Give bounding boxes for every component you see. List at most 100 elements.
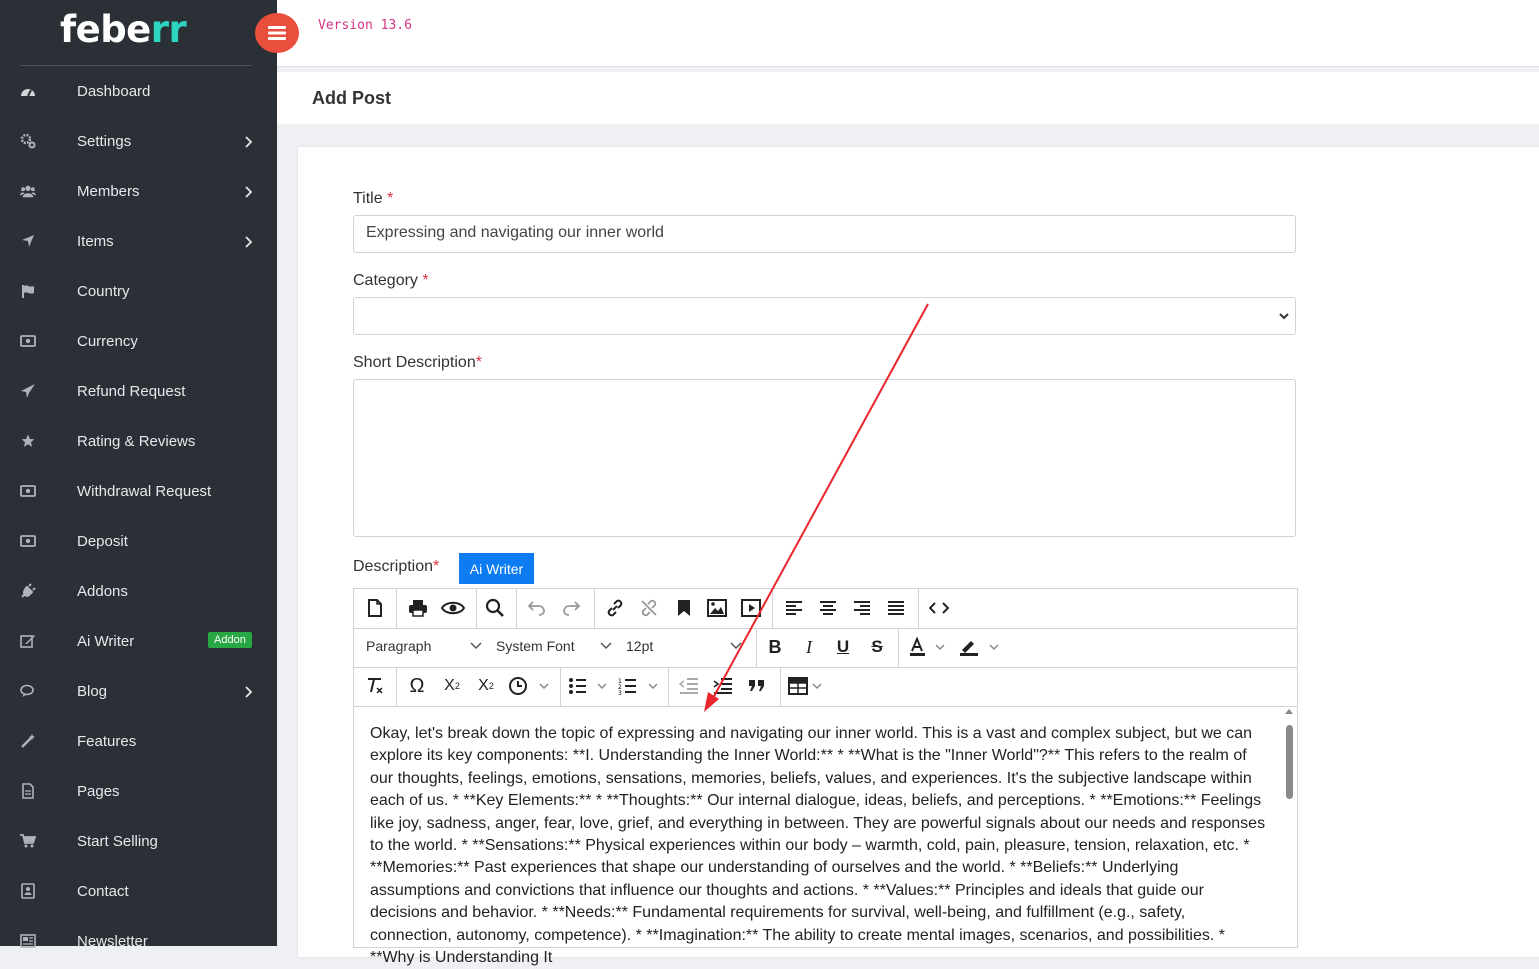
sidebar-item-members[interactable]: Members [0, 166, 277, 216]
sidebar-item-label: Addons [77, 582, 128, 600]
chevron-right-icon [243, 185, 253, 203]
unlink-icon[interactable] [638, 595, 660, 621]
flag-icon [20, 283, 36, 299]
sidebar-item-label: Dashboard [77, 82, 151, 100]
editor-toolbar-row-2: Paragraph System Font 12pt B I U S [354, 628, 1297, 668]
chevron-down-icon [600, 642, 612, 650]
new-document-icon[interactable] [364, 595, 386, 621]
sidebar-item-withdrawal-request[interactable]: Withdrawal Request [0, 466, 277, 516]
insert-datetime-icon[interactable] [508, 673, 552, 699]
preview-eye-icon[interactable] [440, 595, 466, 621]
editor-scrollbar[interactable] [1282, 707, 1296, 947]
sidebar-item-label: Deposit [77, 532, 128, 550]
scroll-up-icon[interactable] [1285, 709, 1293, 714]
outdent-icon[interactable] [678, 673, 700, 699]
sidebar-item-ai-writer[interactable]: Ai Writer Addon [0, 616, 277, 666]
sidebar-item-blog[interactable]: Blog [0, 666, 277, 716]
brand-logo[interactable]: feberr [60, 8, 187, 51]
sidebar-item-refund-request[interactable]: Refund Request [0, 366, 277, 416]
comments-icon [20, 683, 36, 699]
sidebar-item-newsletter[interactable]: Newsletter [0, 916, 277, 966]
sidebar-item-pages[interactable]: Pages [0, 766, 277, 816]
clear-formatting-icon[interactable] [364, 673, 386, 699]
money-icon [20, 483, 36, 499]
font-family-select[interactable]: System Font [496, 638, 616, 654]
short-description-textarea[interactable] [353, 379, 1296, 537]
sidebar-item-deposit[interactable]: Deposit [0, 516, 277, 566]
file-icon [20, 783, 36, 799]
superscript-icon[interactable]: X2 [474, 673, 498, 699]
version-label: Version 13.6 [318, 18, 412, 33]
font-size-select[interactable]: 12pt [626, 638, 746, 654]
sidebar-item-dashboard[interactable]: Dashboard [0, 66, 277, 116]
sidebar-item-addons[interactable]: Addons [0, 566, 277, 616]
money-icon [20, 533, 36, 549]
align-right-icon[interactable] [852, 595, 872, 621]
page-header: Add Post [277, 72, 1539, 124]
sidebar-item-country[interactable]: Country [0, 266, 277, 316]
cart-icon [20, 833, 36, 849]
italic-icon[interactable]: I [798, 634, 820, 660]
source-code-icon[interactable] [928, 595, 950, 621]
chevron-right-icon [243, 685, 253, 703]
sidebar-item-label: Pages [77, 782, 120, 800]
bookmark-icon[interactable] [674, 595, 694, 621]
align-justify-icon[interactable] [886, 595, 906, 621]
align-left-icon[interactable] [784, 595, 804, 621]
text-color-icon[interactable] [908, 634, 948, 660]
sidebar-item-label: Rating & Reviews [77, 432, 196, 450]
gears-icon [20, 133, 36, 149]
strikethrough-icon[interactable]: S [866, 634, 888, 660]
addon-badge: Addon [208, 632, 252, 648]
chevron-right-icon [243, 135, 253, 153]
scrollbar-thumb[interactable] [1286, 725, 1293, 799]
newspaper-icon [20, 933, 36, 949]
subscript-icon[interactable]: X2 [440, 673, 464, 699]
search-icon[interactable] [484, 595, 506, 621]
blockquote-icon[interactable] [746, 673, 768, 699]
dashboard-icon [20, 83, 36, 99]
sidebar-item-currency[interactable]: Currency [0, 316, 277, 366]
sidebar-item-rating-reviews[interactable]: Rating & Reviews [0, 416, 277, 466]
sidebar-item-settings[interactable]: Settings [0, 116, 277, 166]
sidebar-item-label: Members [77, 182, 140, 200]
link-icon[interactable] [604, 595, 626, 621]
table-icon[interactable] [788, 673, 828, 699]
underline-icon[interactable]: U [832, 634, 854, 660]
page-title: Add Post [312, 88, 391, 108]
print-icon[interactable] [406, 595, 430, 621]
paper-plane-icon [20, 383, 36, 399]
sidebar-item-features[interactable]: Features [0, 716, 277, 766]
sidebar-item-items[interactable]: Items [0, 216, 277, 266]
sidebar-item-label: Items [77, 232, 114, 250]
menu-toggle-button[interactable] [255, 13, 299, 53]
magic-wand-icon [20, 733, 36, 749]
category-select[interactable] [353, 297, 1296, 335]
money-icon [20, 333, 36, 349]
title-input[interactable]: Expressing and navigating our inner worl… [353, 215, 1296, 253]
sidebar-item-label: Currency [77, 332, 138, 350]
undo-icon[interactable] [526, 595, 548, 621]
sidebar-item-label: Withdrawal Request [77, 482, 212, 500]
special-character-omega-icon[interactable]: Ω [406, 673, 428, 699]
sidebar-nav: Dashboard Settings Members Items Country Curr… [0, 66, 277, 966]
numbered-list-icon[interactable]: 123 [618, 673, 662, 699]
top-bar: Version 13.6 [255, 0, 1539, 67]
category-label: Category * [353, 272, 429, 289]
sidebar-item-contact[interactable]: Contact [0, 866, 277, 916]
bullet-list-icon[interactable] [568, 673, 610, 699]
ai-writer-button[interactable]: Ai Writer [459, 553, 534, 584]
bold-icon[interactable]: B [764, 634, 786, 660]
media-video-icon[interactable] [740, 595, 762, 621]
editor-content[interactable]: Okay, let's break down the topic of expr… [370, 723, 1270, 969]
redo-icon[interactable] [560, 595, 582, 621]
block-format-select[interactable]: Paragraph [366, 638, 486, 654]
image-icon[interactable] [706, 595, 728, 621]
plug-icon [20, 583, 36, 599]
sidebar-item-label: Features [77, 732, 137, 750]
indent-icon[interactable] [712, 673, 734, 699]
align-center-icon[interactable] [818, 595, 838, 621]
highlight-color-icon[interactable] [958, 634, 1002, 660]
sidebar-item-start-selling[interactable]: Start Selling [0, 816, 277, 866]
sidebar-item-label: Newsletter [77, 932, 148, 950]
